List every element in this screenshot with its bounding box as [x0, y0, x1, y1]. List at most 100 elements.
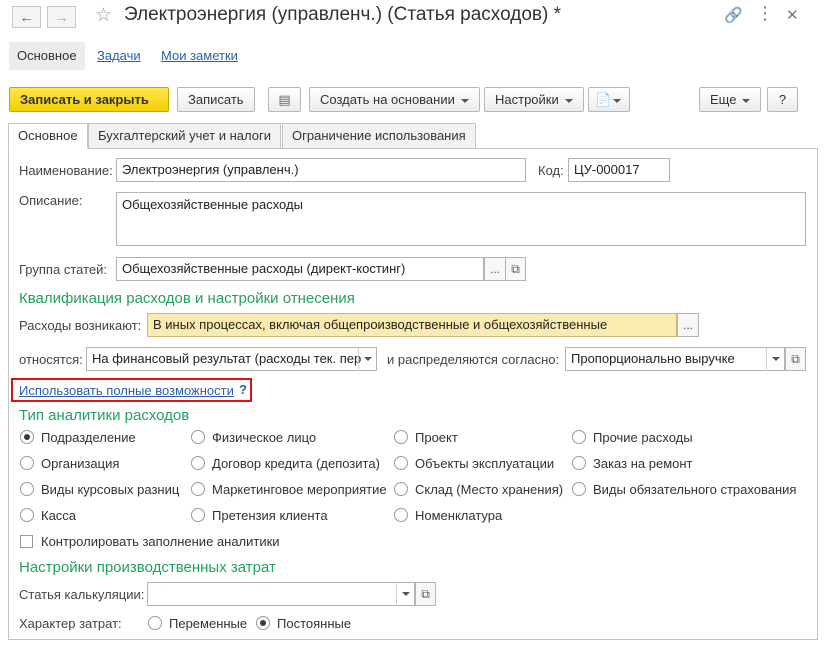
cost-nature-label: Характер затрат:: [19, 616, 122, 631]
radio-analytics-loan-contract[interactable]: [191, 456, 205, 470]
radio-label: Заказ на ремонт: [593, 456, 693, 471]
relates-value: На финансовый результат (расходы тек. пе…: [92, 351, 362, 366]
create-based-on-button[interactable]: Создать на основании: [309, 87, 480, 112]
radio-analytics-exchange-diff[interactable]: [20, 482, 34, 496]
chevron-down-icon: [771, 357, 780, 361]
form-tab-main[interactable]: Основное: [8, 123, 88, 149]
radio-label: Маркетинговое мероприятие: [212, 482, 387, 497]
close-icon[interactable]: ✕: [786, 6, 799, 24]
calc-item-label: Статья калькуляции:: [19, 587, 145, 602]
radio-analytics-project[interactable]: [394, 430, 408, 444]
radio-cost-fixed[interactable]: [256, 616, 270, 630]
more-icon[interactable]: ⋮: [756, 3, 774, 24]
relates-label: относятся:: [19, 352, 83, 367]
chevron-down-icon: [613, 98, 622, 103]
code-field[interactable]: ЦУ-000017: [568, 158, 670, 182]
radio-analytics-person[interactable]: [191, 430, 205, 444]
arise-select-button[interactable]: ...: [677, 313, 699, 337]
relates-dropdown[interactable]: [358, 347, 376, 371]
list-icon: ▤: [278, 92, 291, 107]
radio-analytics-operation-objects[interactable]: [394, 456, 408, 470]
arise-field[interactable]: В иных процессах, включая общепроизводст…: [147, 313, 677, 337]
radio-cost-variable[interactable]: [148, 616, 162, 630]
distributed-dropdown[interactable]: [766, 347, 784, 371]
radio-analytics-marketing[interactable]: [191, 482, 205, 496]
print-menu-button[interactable]: 📄: [588, 87, 630, 112]
radio-analytics-claim[interactable]: [191, 508, 205, 522]
section-production-title: Настройки производственных затрат: [19, 559, 276, 576]
calc-item-dropdown[interactable]: [396, 582, 414, 606]
back-button[interactable]: ←: [12, 6, 41, 28]
group-field[interactable]: Общехозяйственные расходы (директ-костин…: [116, 257, 484, 281]
radio-analytics-organization[interactable]: [20, 456, 34, 470]
group-select-button[interactable]: ...: [484, 257, 506, 281]
chevron-down-icon: [363, 357, 372, 361]
favorite-star-icon[interactable]: ☆: [95, 4, 112, 27]
chevron-down-icon: [564, 98, 573, 103]
tab-tasks[interactable]: Задачи: [89, 42, 149, 70]
chevron-down-icon: [460, 98, 469, 103]
link-icon[interactable]: 🔗: [724, 6, 743, 24]
group-label: Группа статей:: [19, 262, 107, 277]
settings-label: Настройки: [495, 92, 559, 107]
radio-label: Виды курсовых разниц: [41, 482, 180, 497]
open-window-icon: ⧉: [511, 261, 520, 276]
distributed-select[interactable]: Пропорционально выручке: [565, 347, 785, 371]
full-features-link[interactable]: Использовать полные возможности: [19, 383, 234, 398]
save-button[interactable]: Записать: [177, 87, 255, 112]
chevron-down-icon: [742, 98, 751, 103]
arise-label: Расходы возникают:: [19, 318, 142, 333]
radio-label: Физическое лицо: [212, 430, 317, 445]
radio-analytics-subdivision[interactable]: [20, 430, 34, 444]
calc-item-select[interactable]: [147, 582, 415, 606]
name-label: Наименование:: [19, 163, 113, 178]
radio-label: Объекты эксплуатации: [415, 456, 555, 471]
description-label: Описание:: [19, 193, 83, 208]
calc-item-open-button[interactable]: ⧉: [415, 582, 436, 606]
distributed-open-button[interactable]: ⧉: [785, 347, 806, 371]
help-question-icon[interactable]: ?: [239, 382, 247, 397]
radio-label: Подразделение: [41, 430, 136, 445]
radio-analytics-cashbox[interactable]: [20, 508, 34, 522]
distributed-value: Пропорционально выручке: [571, 351, 735, 366]
arrow-right-icon: →: [54, 9, 69, 25]
section-analytics-title: Тип аналитики расходов: [19, 407, 190, 424]
radio-analytics-insurance[interactable]: [572, 482, 586, 496]
save-and-close-button[interactable]: Записать и закрыть: [9, 87, 169, 112]
form-tab-accounting[interactable]: Бухгалтерский учет и налоги: [88, 123, 281, 149]
code-label: Код:: [538, 163, 564, 178]
tab-my-notes[interactable]: Мои заметки: [153, 42, 246, 70]
radio-label: Договор кредита (депозита): [212, 456, 380, 471]
report-button[interactable]: ▤: [268, 87, 301, 112]
description-field[interactable]: Общехозяйственные расходы: [116, 192, 806, 246]
radio-label: Переменные: [169, 616, 248, 631]
forward-button[interactable]: →: [47, 6, 76, 28]
radio-analytics-repair-order[interactable]: [572, 456, 586, 470]
radio-label: Касса: [41, 508, 77, 523]
tab-main[interactable]: Основное: [9, 42, 85, 70]
arrow-left-icon: ←: [19, 9, 34, 25]
radio-label: Организация: [41, 456, 120, 471]
open-window-icon: ⧉: [791, 351, 800, 366]
radio-label: Виды обязательного страхования: [593, 482, 797, 497]
relates-select[interactable]: На финансовый результат (расходы тек. пе…: [86, 347, 377, 371]
help-button[interactable]: ?: [767, 87, 798, 112]
group-open-button[interactable]: ⧉: [505, 257, 526, 281]
name-field[interactable]: Электроэнергия (управленч.): [116, 158, 526, 182]
radio-label: Претензия клиента: [212, 508, 328, 523]
radio-analytics-warehouse[interactable]: [394, 482, 408, 496]
radio-analytics-nomenclature[interactable]: [394, 508, 408, 522]
chevron-down-icon: [401, 592, 410, 596]
radio-label: Постоянные: [277, 616, 352, 631]
radio-label: Склад (Место хранения): [415, 482, 564, 497]
more-label: Еще: [710, 92, 737, 107]
radio-analytics-other[interactable]: [572, 430, 586, 444]
settings-button[interactable]: Настройки: [484, 87, 584, 112]
window-title: Электроэнергия (управленч.) (Статья расх…: [124, 4, 561, 25]
form-tab-usage-restriction[interactable]: Ограничение использования: [282, 123, 476, 149]
create-based-on-label: Создать на основании: [320, 92, 455, 107]
more-actions-button[interactable]: Еще: [699, 87, 762, 112]
distributed-label: и распределяются согласно:: [387, 352, 560, 367]
control-fill-checkbox[interactable]: [20, 535, 33, 548]
open-window-icon: ⧉: [421, 586, 430, 601]
